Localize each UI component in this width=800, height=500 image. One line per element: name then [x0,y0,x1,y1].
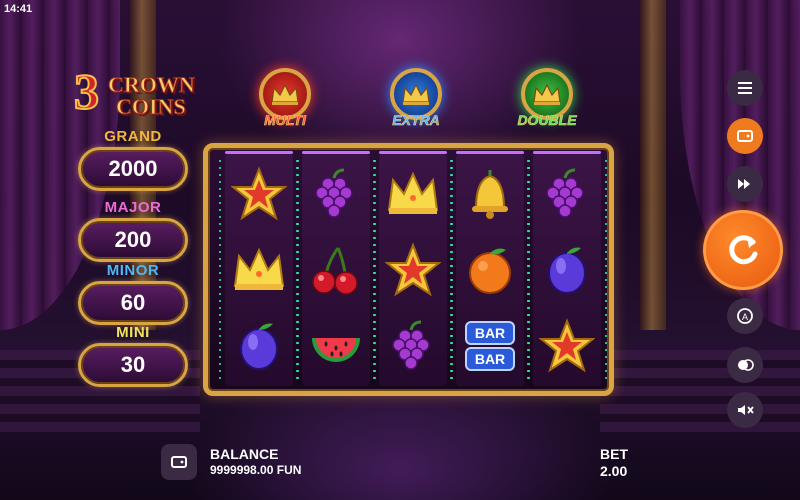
bar-text: BAR [475,325,505,341]
grapes-symbol [537,164,597,224]
right-stairs [600,350,800,440]
crown-badge-multi: MULTI [253,68,317,132]
bottom-bar: BALANCE 9999998.00 FUN BET 2.00 [0,430,800,500]
balance-label: BALANCE [210,446,279,462]
crown-badge-double-label: DOUBLE [517,112,577,129]
svg-text:A: A [742,312,748,322]
star-symbol [383,240,443,300]
wallet-icon [737,130,753,142]
status-time: 14:41 [4,3,33,15]
bet-value[interactable]: 2.00 [600,463,627,479]
jackpot-mini-value: 30 [78,343,188,387]
mute-icon [738,405,754,415]
reel-top-light [533,151,601,154]
bet-label: BET [600,446,628,462]
autoplay-button[interactable]: A [727,298,763,334]
crown-badge-extra: EXTRA [384,68,448,132]
grapes-symbol [383,316,443,376]
jackpot-minor: MINOR 60 [78,262,188,325]
crown-badge-multi-label: MULTI [264,112,306,129]
jackpot-major-label: MAJOR [104,199,162,216]
menu-button[interactable] [727,70,763,106]
wallet-icon [171,456,187,468]
crown-symbol [383,164,443,224]
wallet-button[interactable] [727,118,763,154]
jackpot-major: MAJOR 200 [78,199,188,262]
crown-badge-double: DOUBLE [515,68,579,132]
wallet-menu-button[interactable] [161,444,197,480]
reel-5 [527,151,607,386]
coins-button[interactable] [727,347,763,383]
crown-symbol [229,240,289,300]
grapes-symbol [306,164,366,224]
jackpot-minor-label: MINOR [106,262,160,279]
bar-symbol: BAR BAR [460,316,520,376]
reel-top-light [225,151,293,154]
jackpot-mini: MINI 30 [78,324,188,387]
turbo-icon [738,179,750,189]
reel-top-light [302,151,370,154]
logo-word-coins: COINS [116,94,187,120]
jackpot-major-value: 200 [78,218,188,262]
menu-icon [738,82,752,94]
reel-3 [373,151,453,386]
spin-button[interactable] [703,210,783,290]
game-stage: 14:41 3 CROWN COINS GRAND 2000 MAJOR 200… [0,0,800,500]
turbo-button[interactable] [727,166,763,202]
right-column [640,0,666,330]
star-symbol [537,316,597,376]
coins-icon [738,359,754,371]
jackpot-grand-label: GRAND [104,128,162,145]
watermelon-symbol [306,316,366,376]
jackpot-grand: GRAND 2000 [78,128,188,191]
jackpot-mini-label: MINI [116,324,150,341]
star-symbol [229,164,289,224]
bell-symbol [460,164,520,224]
game-logo: 3 CROWN COINS [73,63,204,122]
reel-grid: BAR BAR [203,143,614,396]
spin-icon [729,235,758,265]
jackpot-grand-value: 2000 [78,147,188,191]
balance-value: 9999998.00 FUN [210,463,302,477]
jackpot-minor-value: 60 [78,281,188,325]
bar-text: BAR [475,351,505,367]
reel-2 [296,151,376,386]
cherries-symbol [306,240,366,300]
plum-symbol [537,240,597,300]
plum-symbol [229,316,289,376]
mute-button[interactable] [727,392,763,428]
autoplay-icon: A [737,308,753,324]
logo-number: 3 [73,63,100,119]
crown-badge-extra-label: EXTRA [392,112,440,129]
orange-symbol [460,240,520,300]
reel-4: BAR BAR [450,151,530,386]
reel-top-light [379,151,447,154]
reel-top-light [456,151,524,154]
reel-1 [219,151,299,386]
